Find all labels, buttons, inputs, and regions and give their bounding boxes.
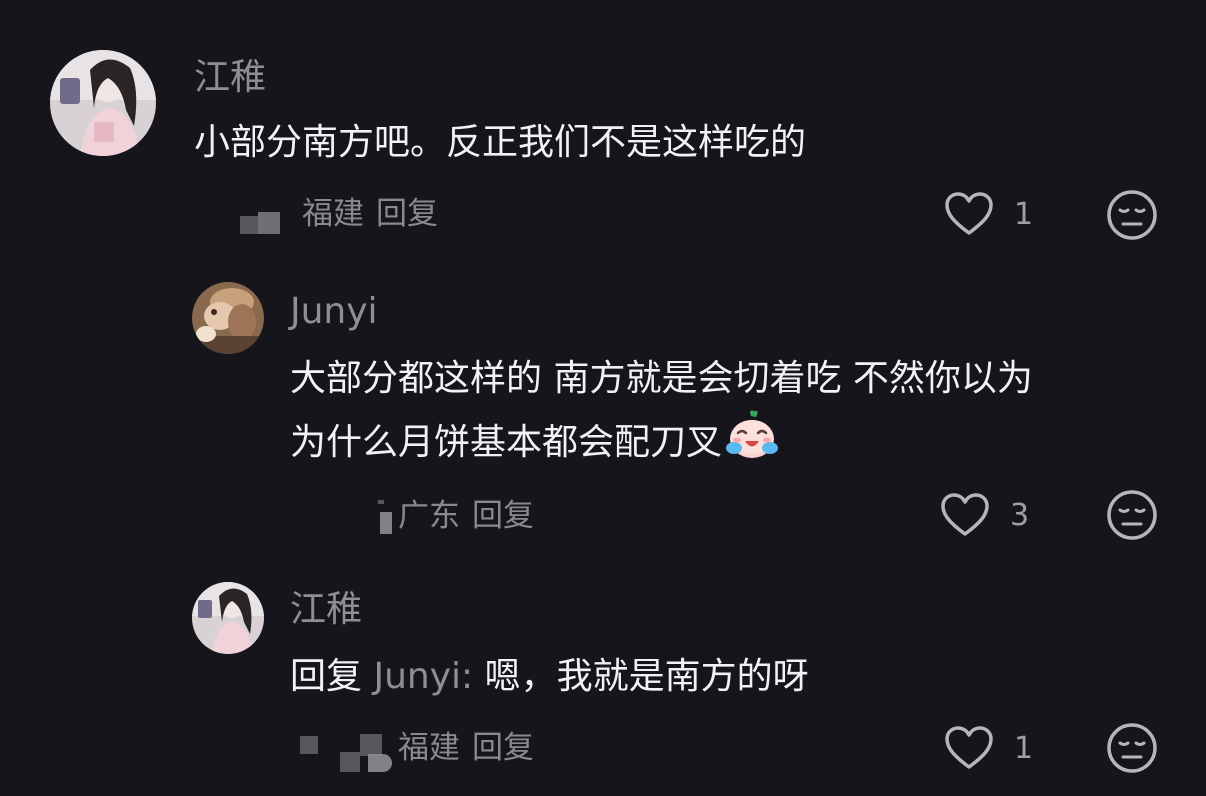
heart-outline-icon [944,725,994,771]
like-count: 3 [1010,497,1030,533]
reply-button[interactable]: 回复 [376,196,438,232]
avatar[interactable] [192,282,264,354]
masked-pixel [340,752,360,772]
masked-pixel [258,212,280,234]
masked-pixel [378,500,384,504]
region-label: 福建 [302,196,364,232]
like-button[interactable]: 1 [944,188,1033,240]
reply-prefix: 回复 [290,656,363,697]
masked-pixel [380,512,392,534]
unamused-face-icon[interactable] [1106,189,1158,241]
username[interactable]: 江稚 [290,588,362,632]
reply-target-username[interactable]: Junyi: [373,656,473,697]
like-button[interactable]: 3 [940,489,1029,541]
username[interactable]: Junyi [290,290,378,334]
masked-pixel [240,216,258,234]
like-count: 1 [1014,196,1034,232]
reply-button[interactable]: 回复 [472,730,534,766]
heart-outline-icon [944,191,994,237]
avatar[interactable] [50,50,156,156]
comment-thread: 江稚 小部分南方吧。反正我们不是这样吃的 福建 回复 1 Junyi 大部分都这… [0,0,1206,796]
region-label: 福建 [398,730,460,766]
comment-text-line-content: 为什么月饼基本都会配刀叉 [290,422,723,463]
comment-text-content: 嗯，我就是南方的呀 [484,656,809,697]
like-count: 1 [1014,730,1034,766]
masked-pixel [300,736,318,754]
masked-pixel [360,734,382,756]
comment-meta: 广东 回复 [370,494,630,538]
masked-pixel [368,754,392,772]
comment-text-line: 大部分都这样的 南方就是会切着吃 不然你以为 [290,358,1033,399]
heart-outline-icon [940,492,990,538]
comment-meta: 福建 回复 [298,726,598,772]
reply-button[interactable]: 回复 [472,498,534,534]
comment-text: 回复 Junyi: 嗯，我就是南方的呀 [290,646,809,708]
comment-text-line: 为什么月饼基本都会配刀叉 [290,410,780,482]
unamused-face-icon[interactable] [1106,722,1158,774]
unamused-face-icon[interactable] [1106,489,1158,541]
username[interactable]: 江稚 [194,56,266,100]
comment-meta: 福建 回复 [240,192,540,236]
comment-text: 小部分南方吧。反正我们不是这样吃的 [194,122,807,163]
crying-laughing-sticker-icon [724,410,780,482]
region-label: 广东 [398,498,460,534]
like-button[interactable]: 1 [944,722,1033,774]
avatar[interactable] [192,582,264,654]
